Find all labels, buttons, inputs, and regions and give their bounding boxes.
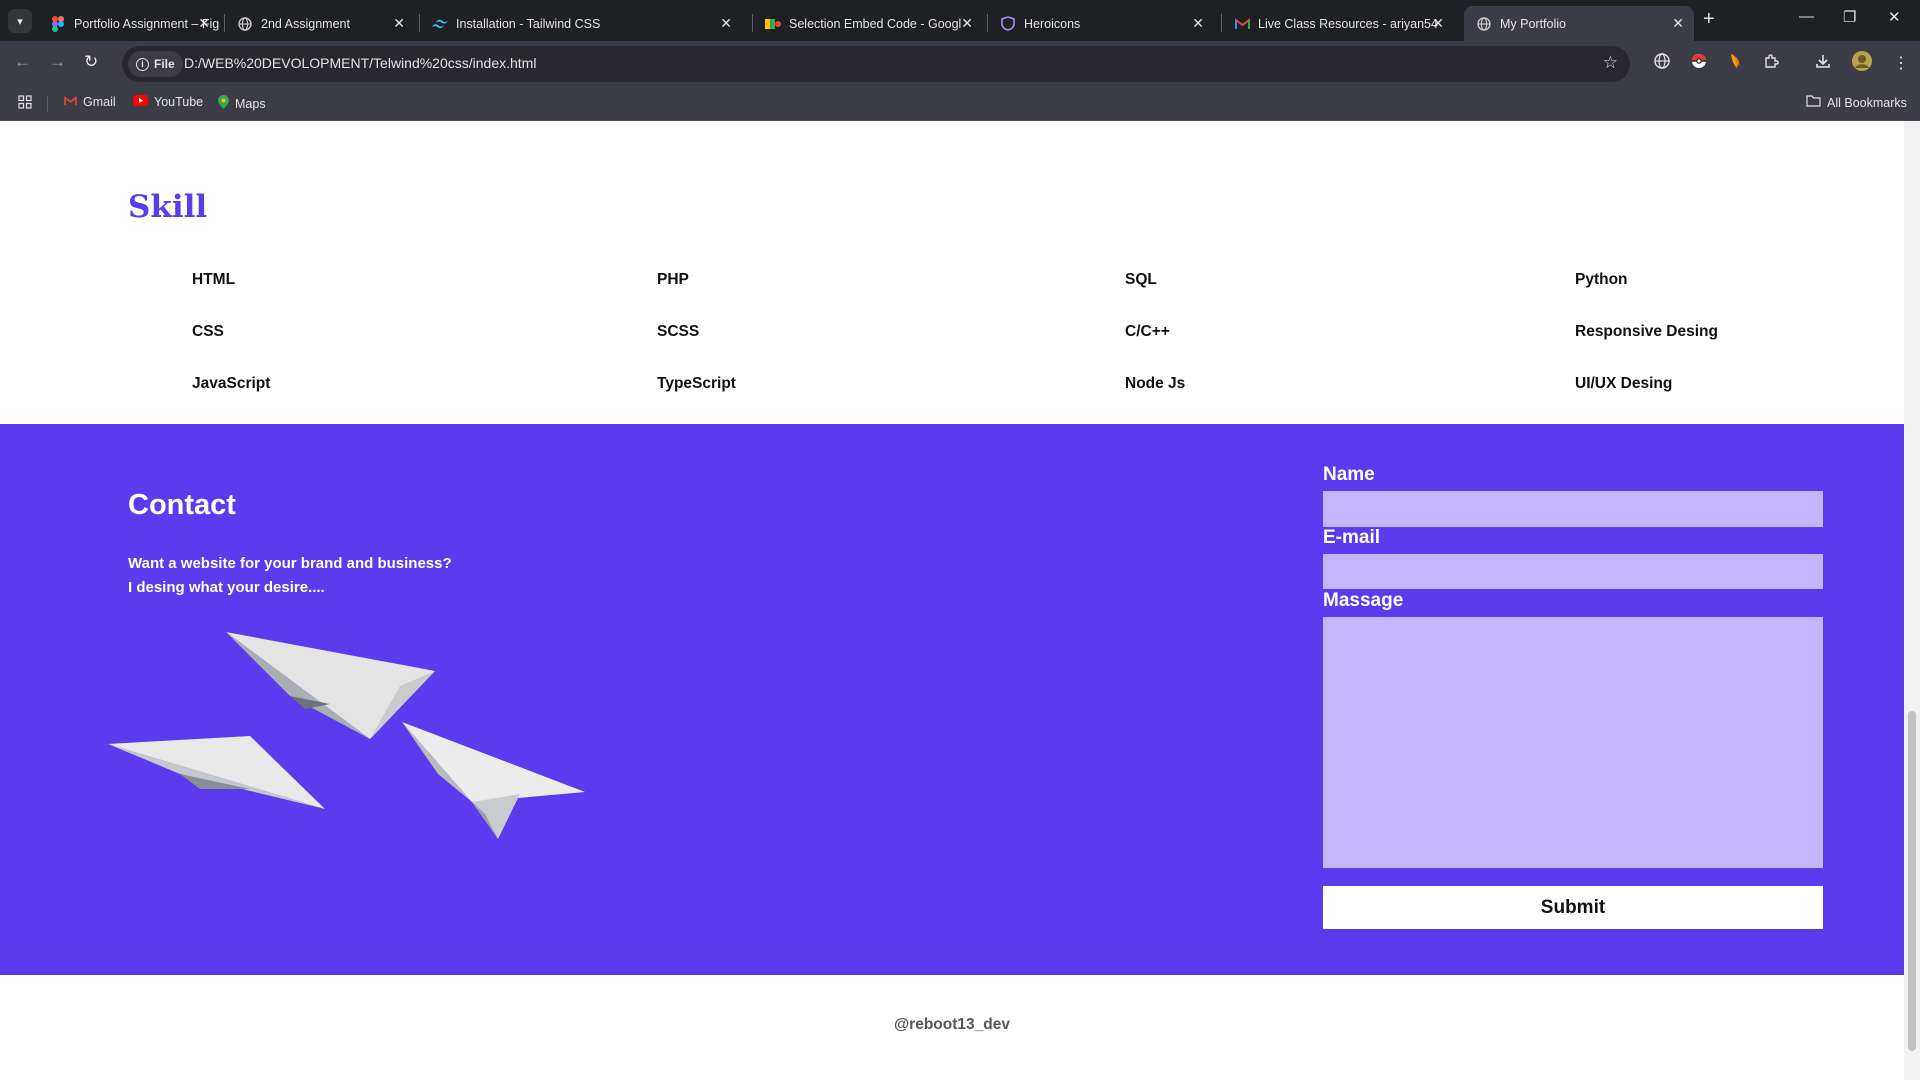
more-menu-icon[interactable]: ⋮ <box>1893 53 1909 73</box>
globe-icon <box>1476 16 1492 32</box>
tab-title: Selection Embed Code - Googl <box>789 16 962 31</box>
close-icon[interactable]: ✕ <box>1432 15 1444 32</box>
skill-item: HTML <box>192 271 236 288</box>
forward-arrow-icon[interactable]: → <box>49 52 66 72</box>
tab-2nd-assignment[interactable]: 2nd Assignment ✕ <box>225 6 415 41</box>
skill-item: CSS <box>192 323 224 340</box>
tab-title: Installation - Tailwind CSS <box>456 16 601 31</box>
globe-icon <box>237 16 253 32</box>
skill-item: JavaScript <box>192 375 271 392</box>
puzzle-extensions-icon[interactable] <box>1764 53 1780 74</box>
new-tab-button[interactable]: + <box>1703 8 1715 31</box>
reload-icon[interactable]: ↻ <box>84 52 98 72</box>
close-icon[interactable]: ✕ <box>198 15 210 32</box>
browser-tab-strip: ▾ Portfolio Assignment – Figma ✕ 2nd Ass… <box>0 0 1920 41</box>
tab-heroicons[interactable]: Heroicons ✕ <box>988 6 1214 41</box>
close-window-icon[interactable]: ✕ <box>1888 8 1901 26</box>
tab-tailwind[interactable]: Installation - Tailwind CSS ✕ <box>420 6 742 41</box>
skill-item: C/C++ <box>1125 323 1170 340</box>
youtube-icon <box>133 95 148 109</box>
bookmark-label: Maps <box>235 96 266 111</box>
bookmarks-bar: Gmail YouTube Maps All Bookmarks <box>0 86 1920 121</box>
tab-google-fonts[interactable]: Selection Embed Code - Googl ✕ <box>753 6 983 41</box>
google-fonts-icon <box>765 16 781 32</box>
page-viewport: Skill HTML CSS JavaScript PHP SCSS TypeS… <box>0 121 1920 1080</box>
name-label: Name <box>1323 464 1375 485</box>
contact-tagline: Want a website for your brand and busine… <box>128 555 452 572</box>
bookmark-star-icon[interactable]: ☆ <box>1603 53 1618 73</box>
tab-title: Heroicons <box>1024 16 1081 31</box>
tab-title: 2nd Assignment <box>261 16 350 31</box>
apps-grid-icon[interactable] <box>18 95 32 109</box>
skill-item: UI/UX Desing <box>1575 375 1673 392</box>
skill-item: TypeScript <box>657 375 736 392</box>
paper-planes-image <box>108 632 585 839</box>
bookmark-maps[interactable]: Maps <box>218 95 266 112</box>
message-textarea[interactable] <box>1323 617 1823 868</box>
close-icon[interactable]: ✕ <box>1192 15 1204 32</box>
translate-globe-icon[interactable] <box>1654 53 1670 74</box>
gmail-icon <box>64 95 77 109</box>
name-input[interactable] <box>1323 491 1823 527</box>
contact-title: Contact <box>128 489 236 521</box>
close-icon[interactable]: ✕ <box>720 15 732 32</box>
footer-handle: @reboot13_dev <box>894 1016 1010 1033</box>
email-label: E-mail <box>1323 527 1381 548</box>
close-icon[interactable]: ✕ <box>393 15 405 32</box>
url-text[interactable]: D:/WEB%20DEVOLOPMENT/Telwind%20css/index… <box>184 55 536 71</box>
skill-item: Python <box>1575 271 1628 288</box>
message-label: Massage <box>1323 590 1404 611</box>
skill-item: Node Js <box>1125 375 1186 392</box>
close-icon[interactable]: ✕ <box>1672 15 1684 32</box>
bookmark-label: Gmail <box>83 95 116 109</box>
gmail-icon <box>1234 16 1250 32</box>
paper-plane-right <box>402 722 585 839</box>
skill-item: PHP <box>657 271 689 288</box>
shield-icon <box>1000 16 1016 32</box>
bookmark-gmail[interactable]: Gmail <box>64 95 116 109</box>
bookmarks-divider <box>47 96 48 112</box>
folder-icon <box>1806 95 1821 110</box>
download-icon[interactable] <box>1815 53 1831 74</box>
address-bar[interactable]: i File D:/WEB%20DEVOLOPMENT/Telwind%20cs… <box>122 46 1630 82</box>
profile-avatar-icon[interactable] <box>1852 51 1872 76</box>
info-icon: i <box>136 57 149 71</box>
tab-gmail[interactable]: Live Class Resources - ariyan54 ✕ <box>1222 6 1454 41</box>
all-bookmarks-button[interactable]: All Bookmarks <box>1806 95 1907 110</box>
skill-item: SCSS <box>657 323 700 340</box>
submit-button[interactable]: Submit <box>1323 886 1823 929</box>
figma-icon <box>50 15 66 32</box>
tailwind-icon <box>432 16 448 32</box>
skill-item: Responsive Desing <box>1575 323 1718 340</box>
scrollbar-thumb[interactable] <box>1908 711 1916 1051</box>
email-input[interactable] <box>1323 554 1823 589</box>
browser-toolbar: ← → ↻ i File D:/WEB%20DEVOLOPMENT/Telwin… <box>0 41 1920 86</box>
close-icon[interactable]: ✕ <box>961 15 973 32</box>
skill-item: SQL <box>1125 271 1157 288</box>
paper-plane-left <box>108 736 325 809</box>
contact-section: Contact Want a website for your brand an… <box>0 424 1904 975</box>
site-info-label: File <box>154 57 175 71</box>
tab-my-portfolio[interactable]: My Portfolio ✕ <box>1464 6 1694 41</box>
tab-title: Live Class Resources - ariyan54 <box>1258 16 1438 31</box>
back-arrow-icon[interactable]: ← <box>14 52 31 72</box>
site-info-chip[interactable]: i File <box>128 51 183 77</box>
restore-icon[interactable]: ❐ <box>1843 8 1856 26</box>
all-bookmarks-label: All Bookmarks <box>1827 95 1907 110</box>
bookmark-youtube[interactable]: YouTube <box>133 95 203 109</box>
contact-subtagline: I desing what your desire.... <box>128 579 325 596</box>
maps-icon <box>218 95 229 112</box>
tab-search-button[interactable]: ▾ <box>8 9 32 33</box>
extension-icon[interactable] <box>1728 53 1742 74</box>
bookmark-label: YouTube <box>154 95 204 109</box>
vertical-scrollbar[interactable] <box>1904 121 1920 1080</box>
pokeball-extension-icon[interactable] <box>1691 53 1707 74</box>
tab-figma[interactable]: Portfolio Assignment – Figma ✕ <box>38 6 220 41</box>
minimize-icon[interactable]: — <box>1799 8 1814 25</box>
skill-section-title: Skill <box>128 189 208 225</box>
tab-title: My Portfolio <box>1500 16 1566 31</box>
